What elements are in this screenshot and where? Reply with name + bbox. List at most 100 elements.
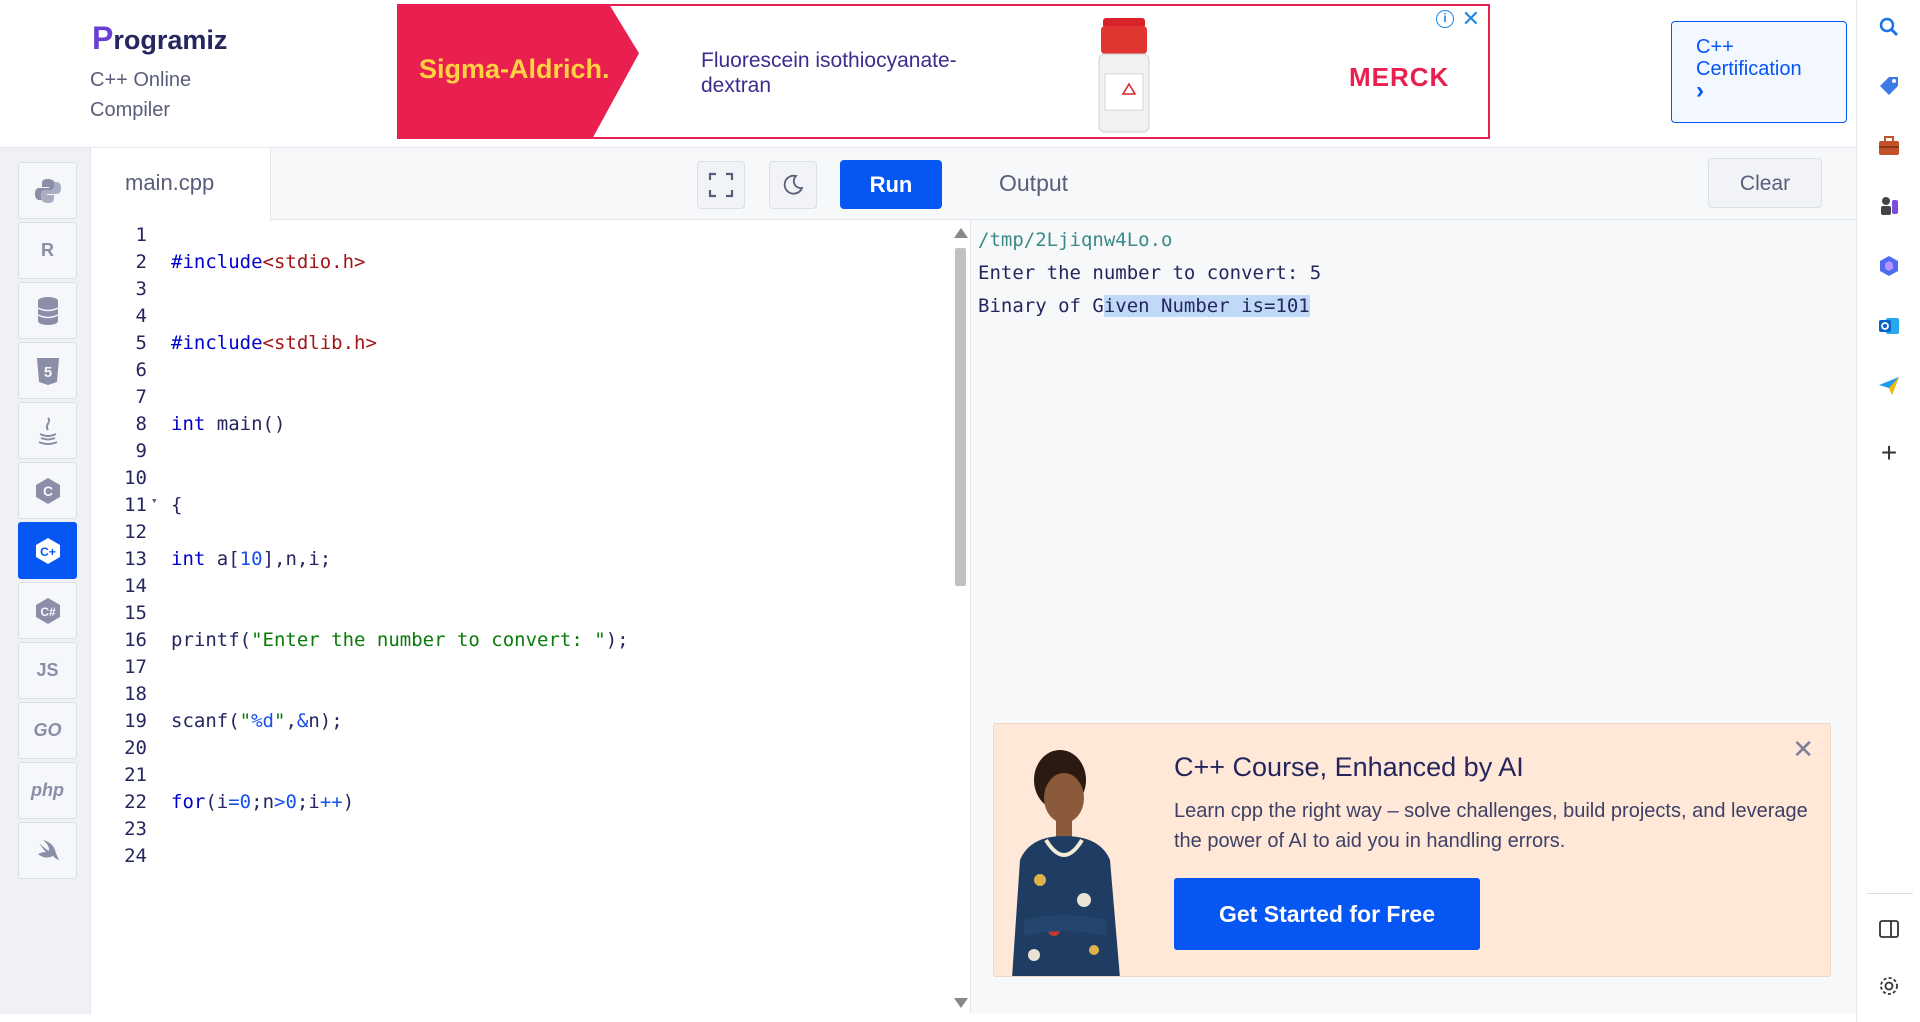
- ad-info-icon[interactable]: i: [1436, 10, 1454, 28]
- line-number: 7: [135, 386, 147, 408]
- language-r-icon[interactable]: R: [18, 222, 77, 279]
- language-js-icon[interactable]: JS: [18, 642, 77, 699]
- language-java-icon[interactable]: [18, 402, 77, 459]
- line-number: 1: [135, 224, 147, 246]
- send-icon[interactable]: [1874, 371, 1904, 401]
- file-tab[interactable]: main.cpp: [91, 148, 271, 221]
- line-number: 14: [124, 575, 147, 597]
- certification-button[interactable]: C++ Certification ›: [1671, 21, 1847, 123]
- c-glyph: C: [42, 483, 52, 499]
- promo-description: Learn cpp the right way – solve challeng…: [1174, 800, 1808, 852]
- language-go-icon[interactable]: GO: [18, 702, 77, 759]
- fold-arrow-icon[interactable]: ▾: [151, 494, 158, 507]
- editor-panel: main.cpp Run 1 2 #include<stdio.h> 3 4 5 #incl…: [91, 148, 971, 1014]
- line-number: 8: [135, 413, 147, 435]
- line-number: 17: [124, 656, 147, 678]
- output-title: Output: [999, 170, 1069, 196]
- moon-icon: [783, 174, 804, 195]
- console-line: Enter the number to convert: 5: [978, 262, 1322, 284]
- browser-sidebar: +: [1856, 0, 1920, 1022]
- console-path-line: /tmp/2Ljiqnw4Lo.o: [978, 229, 1173, 251]
- get-started-button[interactable]: Get Started for Free: [1174, 878, 1480, 950]
- ad-banner[interactable]: Sigma-Aldrich. Fluorescein isothiocyanat…: [397, 4, 1490, 139]
- line-number: 9: [135, 440, 147, 462]
- line-number: 23: [124, 818, 147, 840]
- scrollbar-thumb[interactable]: [955, 248, 966, 586]
- line-number: 6: [135, 359, 147, 381]
- code-text: int main(): [171, 413, 286, 435]
- code-text: int a[10],n,i;: [171, 548, 332, 570]
- line-number: 13: [124, 548, 147, 570]
- html5-glyph: 5: [43, 364, 51, 381]
- promo-person-image: [1012, 750, 1120, 976]
- copilot-icon[interactable]: [1874, 251, 1904, 281]
- code-text: #include<stdlib.h>: [171, 332, 377, 354]
- line-number: 18: [124, 683, 147, 705]
- line-number: 4: [135, 305, 147, 327]
- line-number: 20: [124, 737, 147, 759]
- page-subtitle: C++ Online Compiler: [90, 69, 192, 121]
- selected-text: iven Number is=101: [1103, 295, 1310, 317]
- output-toolbar: Output Clear: [971, 148, 1856, 220]
- line-number: 16: [124, 629, 147, 651]
- logo-letter: P: [92, 20, 114, 56]
- certification-label: C++ Certification: [1696, 36, 1802, 80]
- add-icon[interactable]: +: [1874, 437, 1904, 468]
- promo-title: C++ Course, Enhanced by AI: [1174, 752, 1524, 782]
- output-console[interactable]: /tmp/2Ljiqnw4Lo.o Enter the number to con…: [978, 224, 1321, 323]
- ad-brand-text: Sigma-Aldrich.: [419, 54, 610, 84]
- code-text: printf("Enter the number to convert: ");: [171, 629, 629, 651]
- line-number: 11: [124, 494, 147, 516]
- csharp-glyph: C#: [40, 605, 56, 619]
- language-swift-icon[interactable]: [18, 822, 77, 879]
- language-sidebar: R 5 C C+ C# JS GO php: [0, 148, 91, 1014]
- language-php-icon[interactable]: php: [18, 762, 77, 819]
- line-number: 10: [124, 467, 147, 489]
- fullscreen-button[interactable]: [697, 161, 745, 209]
- scroll-down-icon[interactable]: [954, 998, 968, 1008]
- code-line[interactable]: 24: [91, 841, 951, 874]
- close-icon[interactable]: ✕: [1792, 734, 1814, 765]
- language-c-icon[interactable]: C: [18, 462, 77, 519]
- tag-icon[interactable]: [1874, 71, 1904, 101]
- ad-partner-logo: MERCK: [1349, 62, 1450, 92]
- sidebar-divider: [1867, 893, 1913, 894]
- settings-icon[interactable]: [1874, 971, 1904, 1001]
- programiz-logo[interactable]: Programiz: [92, 20, 227, 57]
- line-number: 12: [124, 521, 147, 543]
- code-editor[interactable]: 1 2 #include<stdio.h> 3 4 5 #include<stdlib.h>…: [91, 220, 951, 1014]
- editor-scrollbar[interactable]: [951, 228, 969, 1008]
- code-text: {: [171, 494, 183, 516]
- line-number: 15: [124, 602, 147, 624]
- language-python-icon[interactable]: [18, 162, 77, 219]
- outlook-icon[interactable]: [1874, 311, 1904, 341]
- line-number: 22: [124, 791, 147, 813]
- ad-close-icon[interactable]: ✕: [1462, 6, 1480, 32]
- fullscreen-icon: [708, 172, 734, 198]
- editor-toolbar: main.cpp Run: [91, 148, 971, 221]
- ad-product-text: Fluorescein isothiocyanate-dextran: [701, 49, 957, 97]
- language-cpp-icon[interactable]: C+: [18, 522, 77, 579]
- clear-button[interactable]: Clear: [1708, 158, 1822, 208]
- language-sql-icon[interactable]: [18, 282, 77, 339]
- code-text: scanf("%d",&n);: [171, 710, 343, 732]
- language-html-icon[interactable]: 5: [18, 342, 77, 399]
- scroll-up-icon[interactable]: [954, 228, 968, 238]
- run-button[interactable]: Run: [840, 160, 942, 209]
- line-number: 19: [124, 710, 147, 732]
- code-text: for(i=0;n>0;i++): [171, 791, 355, 813]
- line-number: 5: [135, 332, 147, 354]
- split-view-icon[interactable]: [1874, 914, 1904, 944]
- line-number: 21: [124, 764, 147, 786]
- reagent-bottle-image: [1098, 18, 1150, 133]
- site-header: Programiz C++ Online Compiler Sigma-Aldr…: [0, 0, 1856, 148]
- code-text: #include<stdio.h>: [171, 251, 366, 273]
- line-number: 24: [124, 845, 147, 867]
- games-icon[interactable]: [1874, 191, 1904, 221]
- course-promo-card: C++ Course, Enhanced by AI Learn cpp the…: [993, 723, 1831, 977]
- chevron-right-icon: ›: [1696, 77, 1704, 104]
- briefcase-icon[interactable]: [1874, 131, 1904, 161]
- theme-toggle-button[interactable]: [769, 161, 817, 209]
- language-csharp-icon[interactable]: C#: [18, 582, 77, 639]
- search-icon[interactable]: [1874, 12, 1904, 42]
